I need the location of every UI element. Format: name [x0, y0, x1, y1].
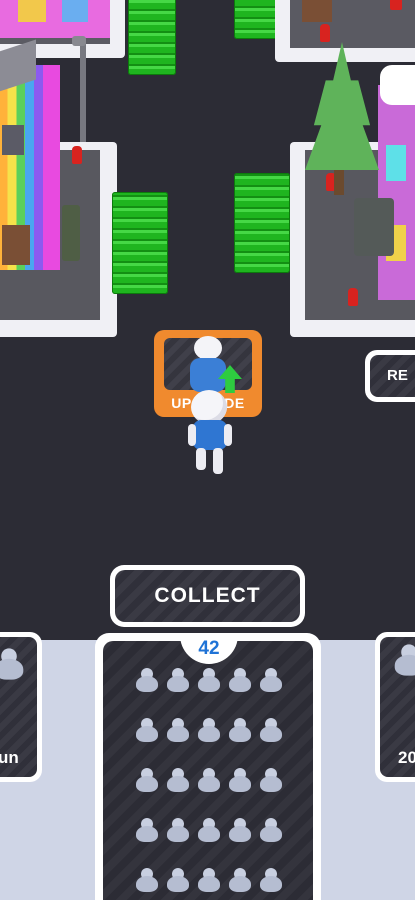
game-scene: UPGRADE RE un 20 COLLECT 42 — [0, 0, 415, 900]
crowd-person-icon — [134, 818, 160, 842]
crowd-person-icon — [134, 668, 160, 692]
crowd-person-icon — [165, 768, 191, 792]
crowd-count: 42 — [198, 638, 220, 659]
crowd-person-icon — [196, 818, 222, 842]
crowd-person-icon — [392, 644, 415, 676]
fire-hydrant — [348, 288, 358, 306]
pink-house — [0, 0, 110, 38]
right-station-label: 20 — [398, 748, 415, 767]
cash-stack-top-right — [234, 0, 278, 39]
left-station-label: un — [0, 748, 19, 767]
collect-button-inner: COLLECT — [115, 570, 300, 622]
worker-head — [194, 336, 222, 360]
crowd-person-icon — [227, 668, 253, 692]
fire-hydrant — [72, 146, 82, 164]
crowd-person-icon — [227, 818, 253, 842]
street-lamp-head — [72, 36, 86, 46]
crowd-person-icon — [258, 768, 284, 792]
player-body — [193, 420, 227, 450]
rainbow-house — [0, 39, 60, 270]
crowd-person-icon — [258, 668, 284, 692]
crowd-person-icon — [196, 768, 222, 792]
fire-hydrant — [390, 0, 402, 10]
player-arm-left — [188, 424, 196, 446]
player-arm-right — [224, 424, 232, 446]
player-leg-right — [213, 448, 223, 474]
cash-stack-mid-right — [234, 173, 290, 273]
player-leg-left — [196, 448, 206, 470]
crowd-person-icon — [227, 768, 253, 792]
fire-hydrant — [320, 24, 330, 42]
crowd-person-icon — [165, 818, 191, 842]
crowd-person-icon — [258, 818, 284, 842]
crowd-person-icon — [0, 648, 26, 680]
right-side-button[interactable]: RE — [365, 350, 415, 402]
cash-stack-mid-left — [112, 192, 168, 294]
trash-bin — [62, 205, 80, 261]
crowd-person-icon — [258, 868, 284, 892]
brown-house — [302, 0, 332, 22]
street-lamp — [80, 40, 86, 158]
crowd-person-icon — [165, 668, 191, 692]
crowd-person-icon — [196, 668, 222, 692]
crowd-person-icon — [196, 868, 222, 892]
crowd-person-icon — [134, 718, 160, 742]
crowd-person-icon — [165, 718, 191, 742]
crowd-person-icon — [227, 868, 253, 892]
right-side-button-label: RE — [387, 367, 408, 384]
worker-body — [190, 358, 226, 392]
top-right-sign — [380, 65, 415, 105]
dumpster — [354, 198, 394, 256]
crowd-person-icon — [196, 718, 222, 742]
collect-button-label: COLLECT — [154, 584, 261, 607]
player-head — [191, 390, 227, 424]
cash-stack-top-left — [128, 0, 176, 75]
crowd-person-icon — [134, 868, 160, 892]
crowd-person-icon — [165, 868, 191, 892]
purple-house — [378, 85, 415, 300]
crowd-person-icon — [134, 768, 160, 792]
collect-button[interactable]: COLLECT — [110, 565, 305, 627]
crowd-person-icon — [258, 718, 284, 742]
crowd-person-icon — [227, 718, 253, 742]
